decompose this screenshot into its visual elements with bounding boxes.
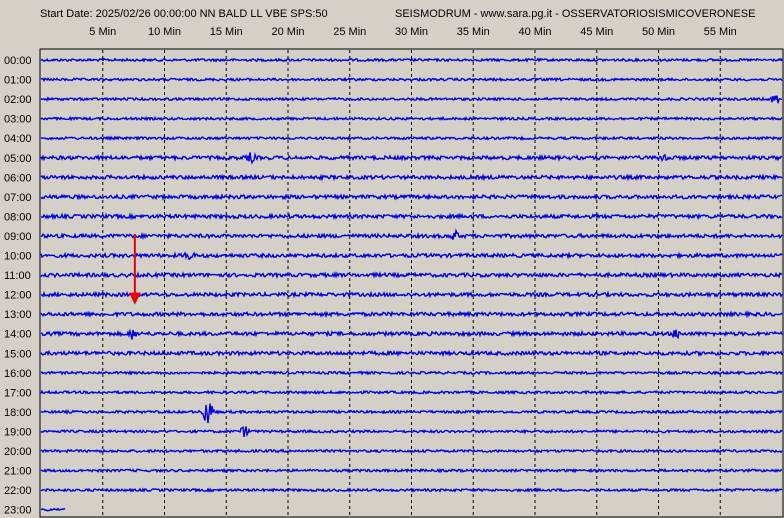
x-tick-label: 30 Min [395, 26, 428, 38]
x-tick-label: 50 Min [642, 26, 675, 38]
row-label: 12:00 [4, 290, 32, 302]
row-label: 07:00 [4, 192, 32, 204]
x-tick-label: 15 Min [210, 26, 243, 38]
row-label: 04:00 [4, 133, 32, 145]
row-label: 15:00 [4, 348, 32, 360]
row-label: 16:00 [4, 368, 32, 380]
row-label: 06:00 [4, 172, 32, 184]
row-label: 08:00 [4, 211, 32, 223]
row-label: 03:00 [4, 114, 32, 126]
seismogram-chart: Start Date: 2025/02/26 00:00:00 NN BALD … [0, 0, 784, 518]
x-tick-label: 40 Min [518, 26, 551, 38]
row-label: 13:00 [4, 309, 32, 321]
row-label: 19:00 [4, 426, 32, 438]
x-tick-label: 55 Min [704, 26, 737, 38]
row-label: 05:00 [4, 153, 32, 165]
row-label: 14:00 [4, 329, 32, 341]
header-right-text: SEISMODRUM - www.sara.pg.it - OSSERVATOR… [395, 8, 755, 20]
x-tick-label: 45 Min [580, 26, 613, 38]
x-tick-label: 20 Min [271, 26, 304, 38]
row-label: 20:00 [4, 446, 32, 458]
row-label: 10:00 [4, 251, 32, 263]
row-label: 18:00 [4, 407, 32, 419]
chart-background [0, 0, 784, 518]
row-label: 01:00 [4, 75, 32, 87]
x-tick-label: 10 Min [148, 26, 181, 38]
x-tick-label: 5 Min [89, 26, 116, 38]
row-label: 17:00 [4, 387, 32, 399]
row-label: 11:00 [4, 270, 31, 282]
row-label: 21:00 [4, 466, 32, 478]
row-label: 02:00 [4, 94, 32, 106]
header-left-text: Start Date: 2025/02/26 00:00:00 NN BALD … [40, 8, 328, 20]
row-label: 22:00 [4, 485, 32, 497]
row-label: 00:00 [4, 55, 32, 67]
x-tick-label: 25 Min [333, 26, 366, 38]
row-label: 23:00 [4, 505, 32, 517]
row-label: 09:00 [4, 231, 32, 243]
x-tick-label: 35 Min [457, 26, 490, 38]
